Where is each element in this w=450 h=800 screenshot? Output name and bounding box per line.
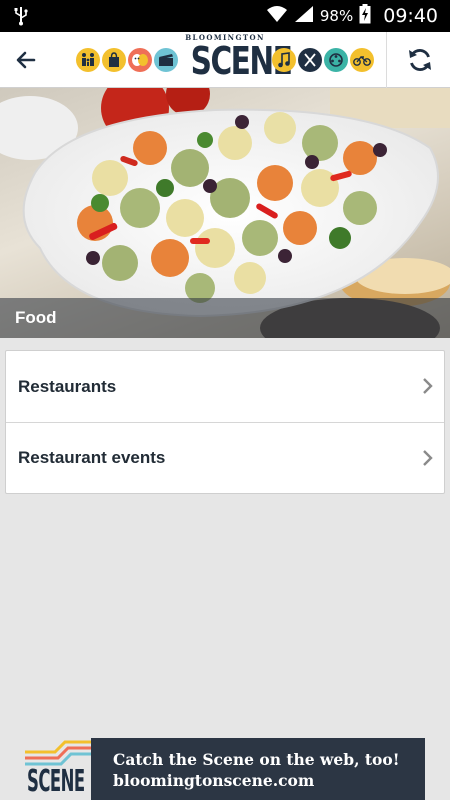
- logo-big-text: SCENE: [190, 39, 293, 83]
- list-item-restaurants[interactable]: Restaurants: [6, 351, 444, 422]
- chevron-right-icon: [423, 378, 433, 394]
- refresh-icon: [409, 49, 431, 71]
- chevron-right-icon: [423, 450, 433, 466]
- back-button[interactable]: [6, 40, 46, 80]
- ad-banner[interactable]: SCENE Catch the Scene on the web, too! b…: [25, 738, 425, 800]
- ad-logo: SCENE: [25, 738, 91, 800]
- status-bar: 98% 09:40: [0, 0, 450, 32]
- clock: 09:40: [383, 5, 438, 27]
- battery-charging-icon: [359, 3, 371, 29]
- list-item-restaurant-events[interactable]: Restaurant events: [6, 422, 444, 493]
- list-item-label: Restaurant events: [18, 448, 166, 467]
- back-arrow-icon: [16, 51, 36, 69]
- nightlife-icon: [324, 48, 348, 72]
- family-icon: [76, 48, 100, 72]
- usb-icon: [14, 6, 28, 31]
- bloomington-scene-logo: BLOOMINGTON SCENE: [74, 32, 374, 88]
- theater-icon: [128, 48, 152, 72]
- ad-url: bloomingtonscene.com: [113, 771, 315, 790]
- ad-logo-text: SCENE: [27, 764, 85, 799]
- signal-icon: [294, 5, 314, 28]
- battery-percent: 98%: [319, 7, 354, 25]
- cycling-icon: [350, 48, 374, 72]
- hero-caption-band: [0, 298, 450, 338]
- list-item-label: Restaurants: [18, 376, 117, 396]
- shopping-icon: [102, 48, 126, 72]
- header-divider: [386, 32, 387, 88]
- wifi-icon: [266, 5, 288, 28]
- ad-headline: Catch the Scene on the web, too!: [113, 750, 400, 769]
- app-header: BLOOMINGTON SCENE: [0, 32, 450, 88]
- hero-title: Food: [15, 308, 57, 327]
- dining-icon: [298, 48, 322, 72]
- category-list: Restaurants Restaurant events: [5, 350, 445, 494]
- film-icon: [154, 48, 178, 72]
- hero-image: Food: [0, 88, 450, 338]
- music-icon: [272, 48, 296, 72]
- refresh-button[interactable]: [400, 40, 440, 80]
